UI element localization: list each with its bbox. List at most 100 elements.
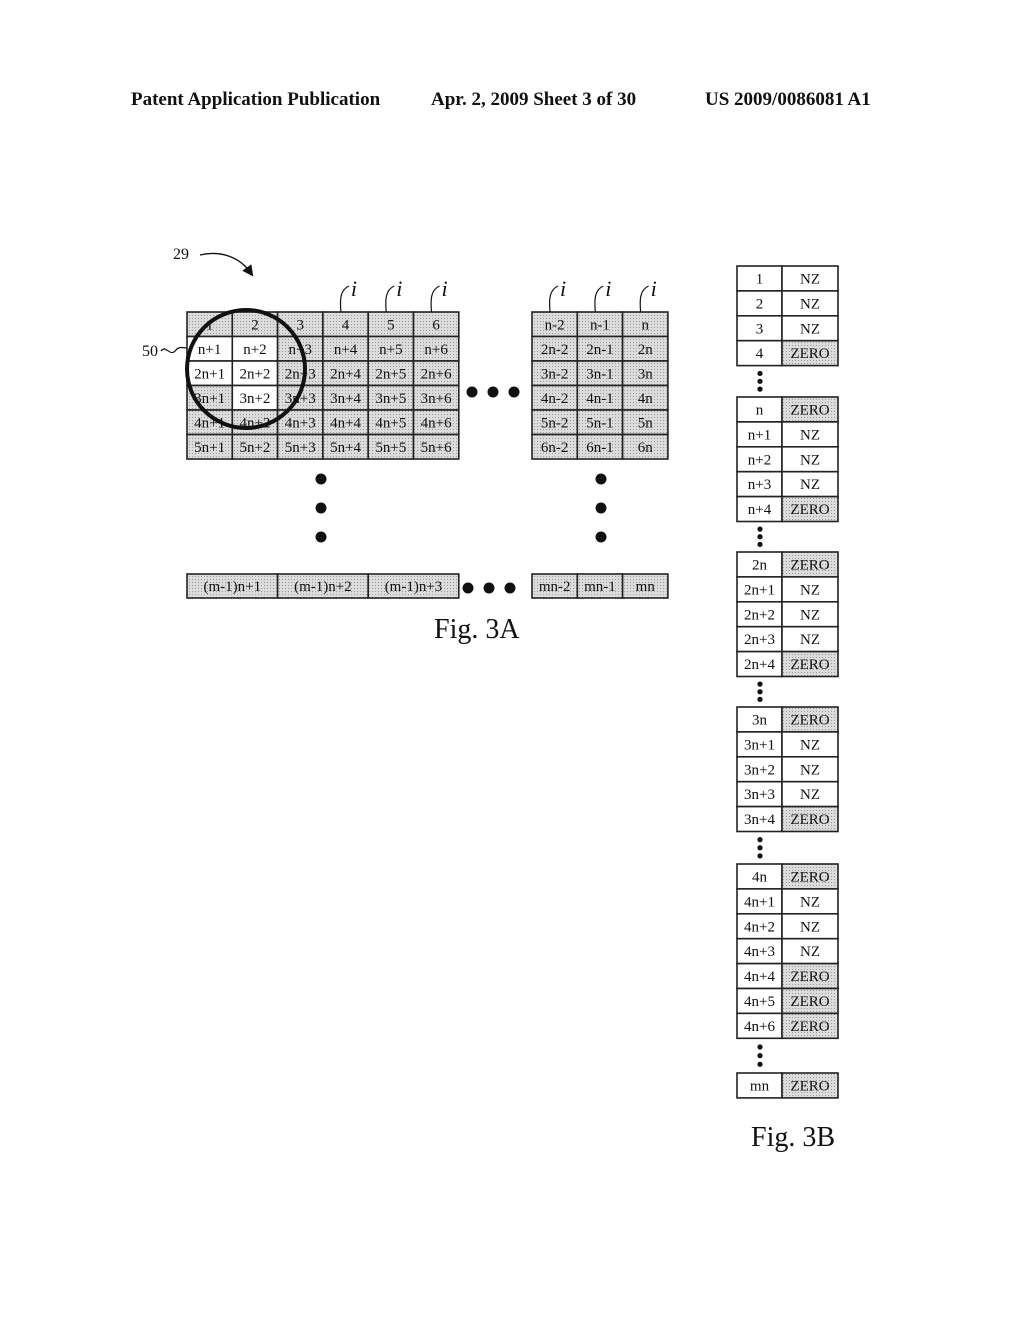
element-index: 4	[736, 339, 783, 367]
matrix-cell-label: mn	[636, 579, 656, 595]
matrix-cell: n	[621, 311, 669, 338]
element-index-label: 4n	[752, 869, 768, 885]
matrix-cell-label: n+2	[243, 342, 266, 358]
element-status: ZERO	[781, 1072, 839, 1099]
matrix-cell-label: 3n+6	[421, 391, 452, 407]
matrix-cell: 5n+3	[276, 433, 324, 460]
element-status: ZERO	[781, 706, 839, 733]
element-status: ZERO	[781, 339, 839, 367]
index-label: i	[651, 276, 657, 301]
element-index: 2n	[736, 551, 783, 578]
vertical-ellipsis	[757, 1044, 763, 1067]
matrix-cell: mn-1	[576, 573, 624, 599]
index-label: i	[605, 276, 611, 301]
element-status: NZ	[781, 937, 839, 965]
element-index-label: 3n+1	[744, 737, 775, 753]
matrix-cell: 3n-2	[531, 360, 579, 387]
index-label: i	[442, 276, 448, 301]
element-status-label: ZERO	[790, 869, 829, 885]
element-status: NZ	[781, 780, 839, 808]
sparsity-row: 4 ZERO	[736, 339, 839, 367]
matrix-cell-label: n-1	[590, 317, 610, 333]
index-leader	[385, 285, 395, 313]
element-index: 2n+3	[736, 625, 783, 653]
matrix-cell-label: 5n+2	[239, 440, 270, 456]
element-index-label: mn	[750, 1078, 770, 1094]
element-index: 3n+3	[736, 780, 783, 808]
element-index: 4n+2	[736, 912, 783, 940]
element-index-label: 3n+2	[744, 762, 775, 778]
element-index-label: 4n+3	[744, 944, 775, 960]
index-label: i	[396, 276, 402, 301]
sparsity-group: 2n ZERO 2n+1 NZ 2n+2 NZ 2n+3 NZ 2n+4 ZERO	[736, 551, 839, 678]
index-leader	[430, 285, 440, 313]
element-index-label: 2	[756, 296, 764, 312]
matrix-cell: 5n+4	[322, 433, 369, 460]
sparsity-row: n+3 NZ	[736, 470, 839, 498]
index-leader	[639, 285, 649, 313]
element-status: ZERO	[781, 962, 839, 990]
element-status-label: NZ	[800, 296, 820, 312]
element-status-label: NZ	[800, 632, 820, 648]
matrix-cell-label: 6n	[638, 440, 654, 456]
element-status: ZERO	[781, 650, 839, 678]
patent-figure: 29 50 1 2 3 4 5 6n+1 n+2 n+3 n+4 n+5 n+62n+1 2n+2 2n…	[142, 246, 839, 1153]
matrix-cell: 2n+5	[367, 360, 415, 387]
sparsity-row: 4n+2 NZ	[736, 912, 839, 940]
matrix-cell-label: mn-2	[539, 579, 571, 595]
matrix-cell: 4	[322, 311, 369, 338]
sparsity-table: 1 NZ 2 NZ 3 NZ 4 ZERO n ZERO n+1 NZ n+2 NZ n+3 NZ n+4 ZER…	[736, 265, 839, 1099]
element-index: 2n+2	[736, 600, 783, 628]
matrix-cell: n+4	[322, 335, 369, 362]
element-status: NZ	[781, 470, 839, 498]
matrix-cell: 3n+5	[367, 384, 415, 411]
matrix-cell: 4n	[621, 384, 669, 411]
element-status-label: NZ	[800, 452, 820, 468]
matrix-cell-label: n+6	[424, 342, 448, 358]
matrix-cell-label: 3n-1	[586, 366, 614, 382]
matrix-cell: 6n-1	[576, 433, 624, 460]
element-status: NZ	[781, 600, 839, 628]
matrix-cell-label: n+1	[198, 342, 221, 358]
element-status: NZ	[781, 314, 839, 342]
vertical-ellipsis	[757, 370, 763, 392]
element-status: ZERO	[781, 805, 839, 833]
element-status: NZ	[781, 755, 839, 783]
element-status-label: NZ	[800, 944, 820, 960]
element-status: ZERO	[781, 495, 839, 523]
sparsity-row: 4n+6 ZERO	[736, 1012, 839, 1040]
matrix-cell: 5	[367, 311, 415, 338]
element-index-label: 2n+4	[744, 657, 775, 673]
matrix-cell-label: n+5	[379, 342, 402, 358]
matrix-cell-label: 2n+5	[375, 366, 406, 382]
element-status: ZERO	[781, 396, 839, 423]
matrix-grid-right: n-2 n-1 n 2n-2 2n-1 2n 3n-2 3n-1 3n 4n-2 4n-1 4n 5n-…	[531, 311, 669, 460]
element-index-label: 4n+1	[744, 894, 775, 910]
horizontal-ellipsis-bottom	[462, 582, 516, 594]
index-label: i	[351, 276, 357, 301]
element-status-label: NZ	[800, 427, 820, 443]
element-status-label: NZ	[800, 607, 820, 623]
element-status-label: ZERO	[790, 994, 829, 1010]
element-index-label: 3n+4	[744, 812, 775, 828]
matrix-cell-label: 3n	[638, 366, 654, 382]
element-index-label: n	[756, 402, 764, 418]
matrix-cell: 2n+1	[186, 360, 234, 387]
matrix-cell: 5n+5	[367, 433, 415, 460]
element-index: 3n+4	[736, 805, 783, 833]
matrix-cell: 6n	[621, 433, 669, 460]
matrix-cell-label: 2n+6	[421, 366, 452, 382]
matrix-cell: 2n+3	[276, 360, 324, 387]
matrix-cell: 6	[412, 311, 460, 338]
matrix-cell: 2n+4	[322, 360, 369, 387]
sparsity-row: 4n+5 ZERO	[736, 987, 839, 1015]
matrix-cell-label: 3n+4	[330, 391, 361, 407]
matrix-cell-label: 5n+4	[330, 440, 361, 456]
matrix-cell-label: 4n+6	[421, 415, 452, 431]
matrix-cell: 4n-1	[576, 384, 624, 411]
vertical-ellipsis	[757, 526, 763, 547]
matrix-cell: 5n+6	[412, 433, 460, 460]
sparsity-row: 2n+4 ZERO	[736, 650, 839, 678]
element-index-label: 3	[756, 321, 764, 337]
sparsity-row: 3n+4 ZERO	[736, 805, 839, 833]
